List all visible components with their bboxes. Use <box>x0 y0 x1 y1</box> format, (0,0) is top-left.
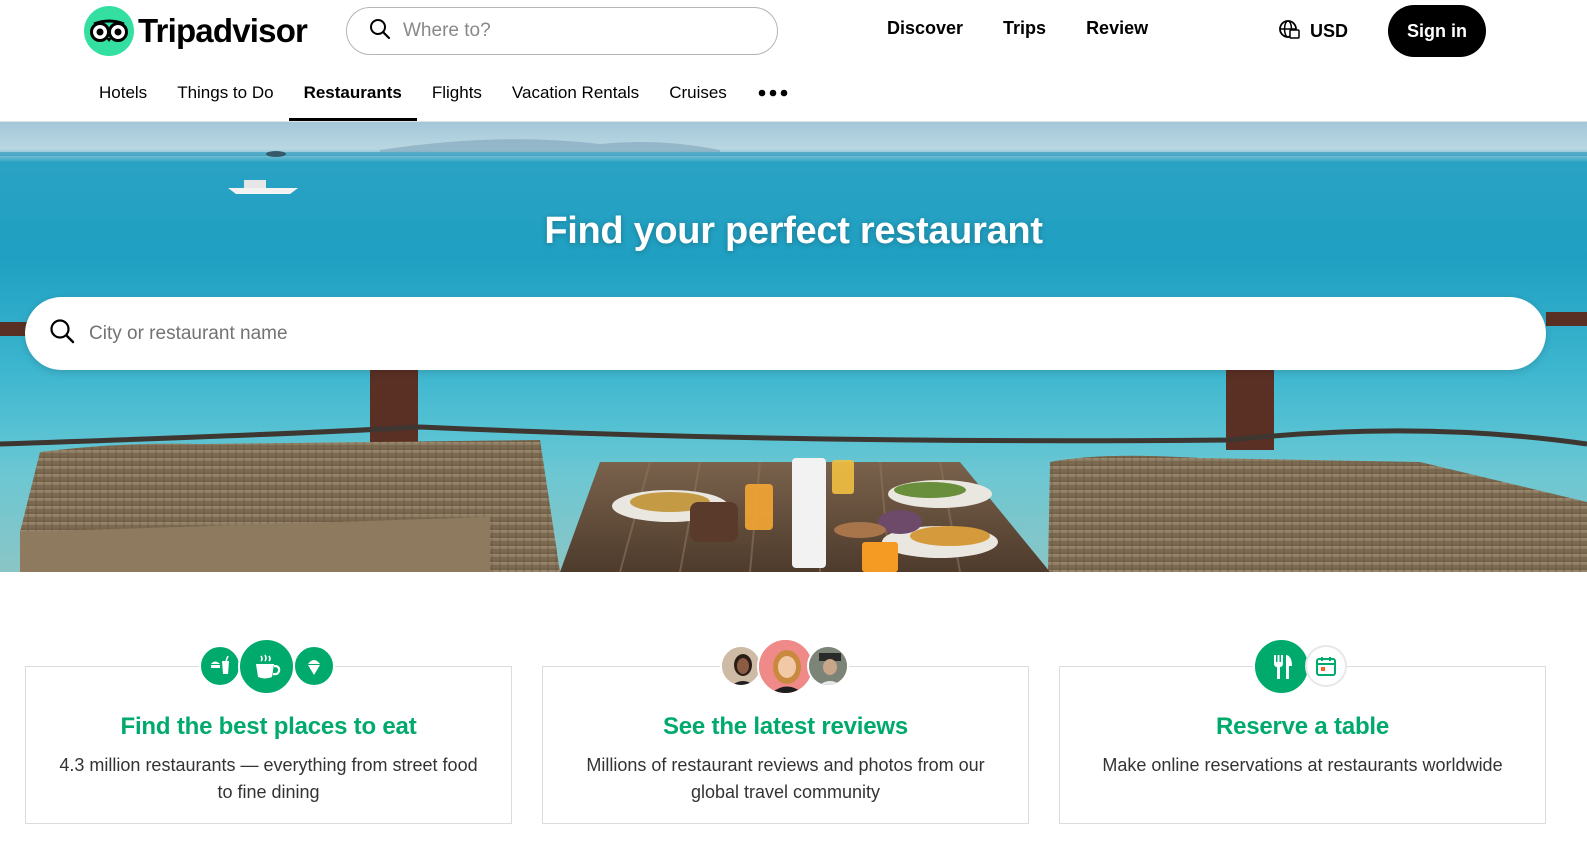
nav-review[interactable]: Review <box>1086 18 1148 39</box>
coffee-icon <box>238 638 295 695</box>
nav-trips[interactable]: Trips <box>1003 18 1046 39</box>
tab-hotels[interactable]: Hotels <box>84 66 162 120</box>
sign-in-button[interactable]: Sign in <box>1388 5 1486 57</box>
restaurant-search-input[interactable] <box>89 322 1489 345</box>
fork-knife-icon <box>1253 638 1310 695</box>
feature-description: Make online reservations at restaurants … <box>1102 755 1503 775</box>
feature-title: See the latest reviews <box>662 713 909 740</box>
hero-banner: Find your perfect restaurant <box>0 122 1587 572</box>
search-icon <box>369 18 391 45</box>
tripadvisor-logo[interactable]: Tripadvisor <box>84 6 308 56</box>
calendar-icon <box>1305 645 1347 687</box>
reviewer-avatar <box>757 638 814 695</box>
reviewer-avatar <box>720 645 762 687</box>
restaurant-search[interactable] <box>25 297 1546 370</box>
currency-label: USD <box>1310 21 1349 41</box>
category-tabs: Hotels Things to Do Restaurants Flights … <box>84 66 804 122</box>
more-icon[interactable] <box>742 66 804 120</box>
search-icon <box>49 318 75 349</box>
tab-things-to-do[interactable]: Things to Do <box>162 66 288 120</box>
logo-text: Tripadvisor <box>138 12 308 49</box>
feature-title: Find the best places to eat <box>120 713 417 740</box>
tab-restaurants[interactable]: Restaurants <box>288 66 418 121</box>
top-nav: Discover Trips Review <box>887 18 1148 39</box>
ice-cream-icon <box>293 645 335 687</box>
fast-food-icon <box>199 645 241 687</box>
nav-discover[interactable]: Discover <box>887 18 963 39</box>
reviewer-avatar <box>807 645 849 687</box>
hero-title: Find your perfect restaurant <box>544 210 1043 252</box>
header-search[interactable] <box>346 7 778 55</box>
globe-icon <box>1278 18 1300 45</box>
owl-logo-icon <box>84 6 134 56</box>
feature-description: 4.3 million restaurants — everything fro… <box>59 755 478 802</box>
header-search-input[interactable] <box>403 20 733 42</box>
feature-card-reserve-table: Reserve a table Make online reservations… <box>1059 666 1546 824</box>
tab-cruises[interactable]: Cruises <box>654 66 742 120</box>
feature-description: Millions of restaurant reviews and photo… <box>586 755 985 802</box>
site-header: Tripadvisor Discover Trips Review USD Si… <box>0 0 1587 122</box>
tab-vacation-rentals[interactable]: Vacation Rentals <box>497 66 654 120</box>
language-currency-selector[interactable]: USD <box>1278 18 1348 45</box>
feature-title: Reserve a table <box>1215 713 1390 740</box>
tab-flights[interactable]: Flights <box>417 66 497 120</box>
